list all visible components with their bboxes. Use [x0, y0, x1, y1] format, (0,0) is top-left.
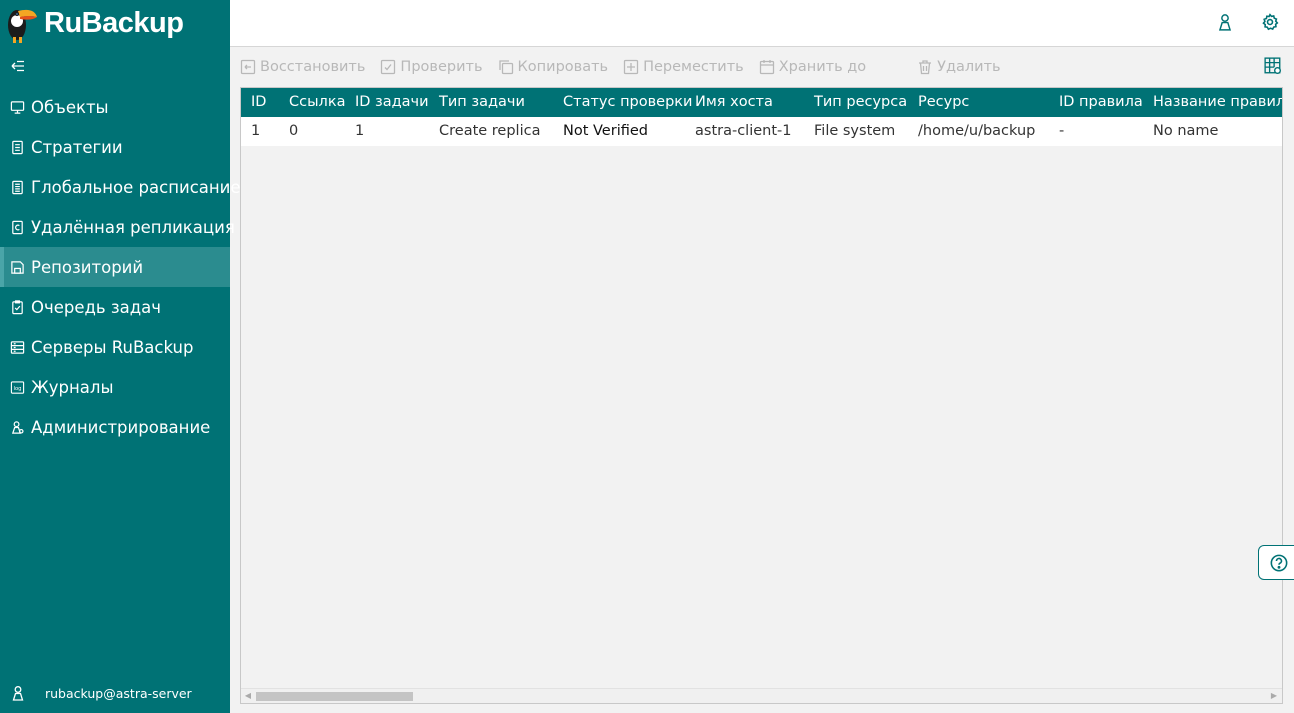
sidebar-item-label: Объекты: [31, 97, 109, 117]
toolbar: Восстановить Проверить Копировать Переме…: [240, 56, 1001, 78]
verify-button[interactable]: Проверить: [380, 59, 483, 75]
sidebar-item-label: Серверы RuBackup: [31, 337, 194, 357]
servers-icon: [10, 340, 25, 354]
profile-icon[interactable]: [1216, 13, 1234, 31]
cell-link: 0: [289, 123, 299, 139]
schedule-icon: [12, 180, 23, 194]
restore-button[interactable]: Восстановить: [240, 59, 365, 75]
current-user[interactable]: rubackup@astra-server: [10, 685, 192, 701]
cell-rule-name: No name: [1153, 123, 1219, 139]
scroll-left-arrow[interactable]: ◀: [243, 691, 253, 701]
cell-verify-status: Not Verified: [563, 123, 648, 139]
cell-rule-id: -: [1059, 123, 1065, 139]
column-header[interactable]: Название правила: [1153, 88, 1282, 117]
sidebar-item-global-schedule[interactable]: Глобальное расписание: [0, 167, 241, 207]
scroll-right-arrow[interactable]: ▶: [1269, 691, 1279, 701]
logo[interactable]: RuBackup: [4, 2, 184, 44]
sidebar-nav: Объекты Стратегии Глобальное расписание …: [0, 87, 241, 447]
sidebar: RuBackup Объекты Стратегии Глобальное ра…: [0, 0, 241, 713]
cell-hostname: astra-client-1: [695, 123, 792, 139]
top-bar: [230, 0, 1294, 47]
logo-text: RuBackup: [44, 6, 184, 39]
copy-button[interactable]: Копировать: [498, 59, 608, 75]
sidebar-item-label: Глобальное расписание: [31, 177, 241, 197]
trash-icon: [919, 60, 932, 75]
log-icon: log: [10, 380, 25, 394]
task-queue-icon: [12, 299, 23, 314]
column-header[interactable]: Тип ресурса: [814, 88, 907, 117]
calendar-icon: [759, 60, 774, 75]
sidebar-item-logs[interactable]: log Журналы: [0, 367, 230, 407]
table-header: ID Ссылка ID задачи Тип задачи Статус пр…: [241, 88, 1282, 117]
move-button[interactable]: Переместить: [623, 59, 744, 75]
sidebar-item-rubackup-servers[interactable]: Серверы RuBackup: [0, 327, 230, 367]
table-settings-icon[interactable]: [1264, 57, 1282, 75]
column-header[interactable]: Ресурс: [918, 88, 969, 117]
settings-gear-icon[interactable]: [1261, 13, 1279, 31]
column-header[interactable]: ID правила: [1059, 88, 1143, 117]
table-row[interactable]: 1 0 1 Create replica Not Verified astra-…: [241, 117, 1282, 146]
monitor-icon: [10, 100, 25, 114]
admin-icon: [11, 420, 24, 434]
column-header[interactable]: Тип задачи: [439, 88, 525, 117]
scrollbar-thumb[interactable]: [256, 692, 413, 701]
cell-task-id: 1: [355, 123, 365, 139]
sidebar-item-repository[interactable]: Репозиторий: [0, 247, 230, 287]
user-icon: [12, 686, 24, 701]
sidebar-item-label: Удалённая репликация: [31, 217, 235, 237]
move-icon: [623, 59, 639, 75]
user-name: rubackup@astra-server: [45, 685, 192, 701]
copy-icon: [498, 60, 513, 75]
svg-text:log: log: [14, 385, 22, 391]
restore-icon: [240, 59, 256, 75]
repository-icon: [11, 260, 24, 274]
delete-button[interactable]: Удалить: [917, 59, 1001, 75]
toucan-logo-icon: [8, 9, 37, 43]
column-header[interactable]: ID: [251, 88, 266, 117]
cell-resource-type: File system: [814, 123, 896, 139]
sidebar-item-administration[interactable]: Администрирование: [0, 407, 230, 447]
sidebar-item-label: Журналы: [31, 377, 114, 397]
cell-id: 1: [251, 123, 261, 139]
column-header[interactable]: Статус проверки: [563, 88, 692, 117]
sidebar-item-objects[interactable]: Объекты: [0, 87, 230, 127]
column-header[interactable]: Имя хоста: [695, 88, 773, 117]
sidebar-item-label: Очередь задач: [31, 297, 162, 317]
sidebar-item-label: Администрирование: [31, 417, 211, 437]
help-button[interactable]: [1258, 545, 1294, 580]
sidebar-item-task-queue[interactable]: Очередь задач: [0, 287, 230, 327]
collapse-sidebar-icon[interactable]: [10, 58, 26, 74]
document-icon: [12, 140, 23, 154]
cell-resource: /home/u/backup: [918, 123, 1036, 139]
sidebar-item-remote-replication[interactable]: Удалённая репликация: [0, 207, 235, 247]
replication-icon: [12, 220, 23, 234]
column-header[interactable]: Ссылка: [289, 88, 345, 117]
horizontal-scrollbar[interactable]: ◀ ▶: [241, 688, 1282, 703]
repository-table: ID Ссылка ID задачи Тип задачи Статус пр…: [240, 87, 1283, 704]
sidebar-item-strategies[interactable]: Стратегии: [0, 127, 230, 167]
sidebar-item-label: Стратегии: [31, 137, 123, 157]
cell-task-type: Create replica: [439, 123, 541, 139]
question-icon: [1270, 554, 1288, 572]
column-header[interactable]: ID задачи: [355, 88, 429, 117]
keep-until-button[interactable]: Хранить до: [759, 59, 866, 75]
verify-icon: [381, 59, 396, 75]
sidebar-item-label: Репозиторий: [31, 257, 144, 277]
